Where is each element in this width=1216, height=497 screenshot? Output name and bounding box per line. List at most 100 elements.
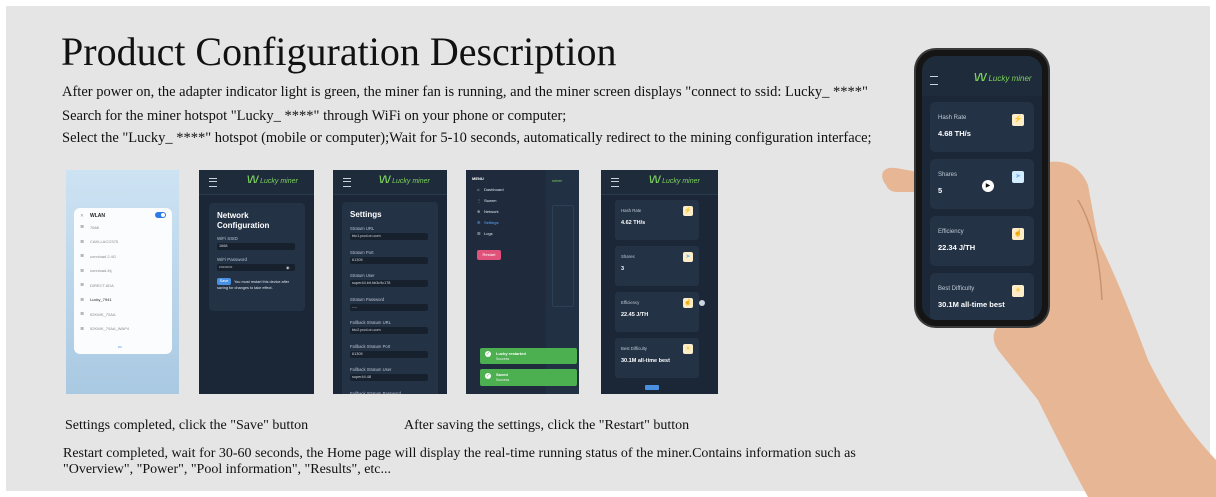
settings-field-label: Stratum Password bbox=[350, 296, 385, 302]
settings-field-input[interactable]: 61305 bbox=[350, 256, 428, 264]
password-field[interactable]: •••••••••• bbox=[217, 264, 295, 271]
settings-card: Settings Stratum URL btc1.pool.cn.com Stra… bbox=[342, 202, 438, 394]
wlan-network-item[interactable]: connload 2.4G bbox=[90, 254, 116, 259]
phone-stat-card: Best Difficulty 30.1M all-time best ★ bbox=[930, 273, 1034, 320]
settings-field-input[interactable]: btc1.pool.cn.com bbox=[350, 233, 428, 240]
menu-icon[interactable] bbox=[930, 76, 938, 85]
wlan-header: WLAN bbox=[90, 213, 105, 219]
stat-label: Best Difficulty bbox=[938, 286, 975, 292]
phone: \/\/ Lucky miner Hash Rate 4.68 TH/s ⚡ Shar… bbox=[916, 50, 1048, 326]
stat-label: Hash Rate bbox=[938, 115, 967, 121]
menu-item-settings[interactable]: Settings bbox=[484, 220, 498, 225]
stat-label: Shares bbox=[621, 254, 635, 259]
stat-label: Best Difficulty bbox=[621, 346, 647, 351]
settings-screenshot: \/\/Lucky miner Settings Stratum URL btc1… bbox=[333, 170, 447, 394]
wlan-network-item[interactable]: CAKLLACO375 bbox=[90, 239, 118, 244]
brand-logo: \/\/Lucky miner bbox=[379, 175, 430, 186]
toast-restarted: ✓ Lucky restarted Success bbox=[480, 348, 577, 364]
menu-item-dashboard[interactable]: Dashboard bbox=[484, 187, 504, 192]
stat-value: 30.1M all-time best bbox=[621, 358, 670, 364]
menu-item-network[interactable]: Network bbox=[484, 209, 499, 214]
settings-field-label: Fallback Stratum URL bbox=[350, 320, 391, 325]
restart-button[interactable]: Restart bbox=[477, 250, 501, 260]
brand-logo: \/\/Lucky miner bbox=[649, 175, 700, 186]
wlan-network-item[interactable]: DIRECT-6DA bbox=[90, 283, 114, 288]
stat-card: Best Difficulty 30.1M all-time best ★ bbox=[615, 338, 699, 378]
instruction-line-3: Select the "Lucky_ ****" hotspot (mobile… bbox=[62, 130, 872, 146]
wlan-screenshot: ✕ WLAN ≋ 7668 ≋ CAKLLACO375 ≋ connload 2.4G ≋ c… bbox=[66, 170, 179, 394]
menu-item-swarm[interactable]: Swarm bbox=[484, 198, 496, 203]
phone-stat-card: Hash Rate 4.68 TH/s ⚡ bbox=[930, 102, 1034, 152]
restart-note: You must restart this device after savin… bbox=[217, 280, 290, 290]
stat-value: 3 bbox=[621, 266, 625, 272]
wifi-icon: ≋ bbox=[80, 267, 85, 274]
menu-icon[interactable] bbox=[611, 178, 619, 187]
menu-item-icon: ☰ bbox=[477, 231, 481, 236]
settings-field-label: Stratum URL bbox=[350, 226, 375, 231]
stat-icon: ⚡ bbox=[683, 206, 693, 216]
settings-title: Settings bbox=[350, 210, 382, 219]
settings-field-input[interactable]: btc2.pool.cn.com bbox=[350, 327, 428, 334]
menu-icon[interactable] bbox=[209, 178, 217, 187]
settings-field-input[interactable]: super44.bit.hb3c9c178 bbox=[350, 280, 428, 287]
stat-label: Efficiency bbox=[938, 229, 964, 235]
wlan-network-item[interactable]: 52KWK_70AA_WAP4 bbox=[90, 326, 129, 331]
wifi-icon: ≋ bbox=[80, 224, 85, 230]
network-config-screenshot: \/\/Lucky miner Network Configuration Wi… bbox=[199, 170, 314, 394]
wlan-network-item[interactable]: connload-ihj bbox=[90, 268, 112, 273]
stat-card: Efficiency 22.45 J/TH ☝ bbox=[615, 292, 699, 332]
password-label: WiFi Password bbox=[217, 257, 248, 262]
stat-value: 30.1M all-time best bbox=[938, 300, 1005, 309]
phone-topbar: \/\/ Lucky miner bbox=[922, 56, 1042, 96]
wifi-icon: ≋ bbox=[80, 296, 85, 303]
brand-logo: \/\/ Lucky miner bbox=[974, 72, 1032, 84]
settings-field-label: Fallback Stratum User bbox=[350, 367, 392, 372]
close-icon[interactable]: ✕ bbox=[80, 213, 84, 219]
play-icon[interactable]: ▶ bbox=[982, 180, 994, 192]
settings-field-label: Stratum User bbox=[350, 273, 375, 278]
app-topbar: \/\/Lucky miner bbox=[199, 170, 314, 195]
scroll-dot[interactable] bbox=[699, 300, 705, 306]
instruction-line-2: Search for the miner hotspot "Lucky_ ***… bbox=[62, 108, 567, 124]
caption-restart: After saving the settings, click the "Re… bbox=[404, 418, 690, 433]
more-link[interactable]: ••• bbox=[118, 345, 122, 349]
stat-value: 22.45 J/TH bbox=[621, 312, 649, 318]
send-icon: ➤ bbox=[1012, 171, 1024, 183]
stat-card: Shares 3 ➤ bbox=[615, 246, 699, 286]
instruction-line-1: After power on, the adapter indicator li… bbox=[62, 84, 868, 100]
app-topbar: \/\/Lucky miner bbox=[601, 170, 718, 195]
network-card: Network Configuration WiFi SSID 1668 WiF… bbox=[209, 203, 305, 311]
brand-logo: \/\/Lucky miner bbox=[247, 175, 298, 186]
menu-icon[interactable] bbox=[343, 178, 351, 187]
menu-item-logs[interactable]: Logs bbox=[484, 231, 493, 236]
star-icon: ★ bbox=[1012, 285, 1024, 297]
settings-field-label: Stratum Port bbox=[350, 249, 374, 255]
toast-title: Saved bbox=[496, 372, 508, 377]
toast-saved: ✓ Saved Success bbox=[480, 369, 577, 386]
settings-field-input[interactable]: 61305 bbox=[350, 350, 428, 358]
ssid-field[interactable]: 1668 bbox=[217, 243, 295, 250]
eye-icon[interactable]: ◉ bbox=[286, 265, 290, 270]
wlan-toggle[interactable] bbox=[155, 212, 166, 218]
wifi-icon: ≋ bbox=[80, 311, 85, 317]
settings-field-input[interactable]: super44.48 bbox=[350, 374, 428, 381]
stat-icon: ☝ bbox=[683, 298, 693, 308]
phone-stat-card: Efficiency 22.34 J/TH ☝ bbox=[930, 216, 1034, 266]
phone-screen: \/\/ Lucky miner Hash Rate 4.68 TH/s ⚡ Shar… bbox=[922, 56, 1042, 320]
bottom-badge bbox=[645, 385, 659, 390]
wlan-network-item[interactable]: 7668 bbox=[90, 225, 99, 230]
wifi-icon: ≋ bbox=[80, 282, 85, 288]
settings-field-label: Fallback Stratum Password bbox=[350, 390, 401, 395]
wlan-network-item[interactable]: 52KWK_70AA bbox=[90, 312, 116, 317]
menu-item-icon: ⋮ bbox=[477, 198, 481, 203]
stat-label: Shares bbox=[938, 172, 958, 178]
toast-sub: Success bbox=[496, 357, 510, 361]
settings-field-input[interactable]: ---- bbox=[350, 303, 428, 311]
menu-screenshot: miner MENU ⌂ Dashboard ⋮ Swarm ≋ Network ⚙ Sett… bbox=[466, 170, 579, 394]
stat-label: Hash Rate bbox=[621, 208, 642, 213]
lightning-icon: ⚡ bbox=[1012, 114, 1024, 126]
stat-icon: ★ bbox=[683, 344, 693, 354]
wlan-network-item[interactable]: Lucky_7941 bbox=[90, 297, 112, 302]
stat-value: 22.34 J/TH bbox=[938, 243, 976, 252]
stat-value: 4.62 TH/s bbox=[621, 220, 646, 226]
